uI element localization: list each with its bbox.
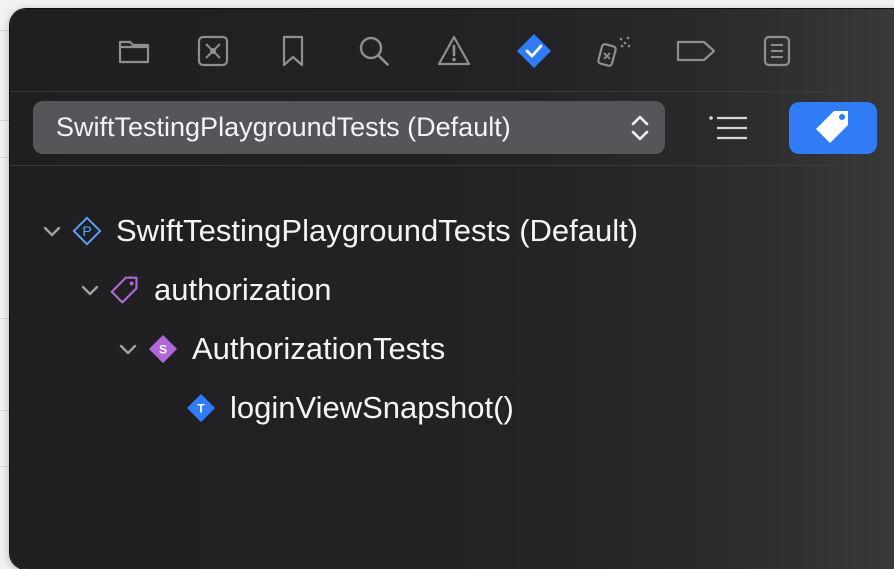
chevron-down-icon[interactable] xyxy=(118,339,138,359)
navigator-panel: SwiftTestingPlaygroundTests (Default) P … xyxy=(10,9,894,569)
tree-label-suite: AuthorizationTests xyxy=(192,331,446,366)
tree-row-test[interactable]: T loginViewSnapshot() xyxy=(186,385,514,431)
tree-label-tag: authorization xyxy=(154,272,332,307)
chevron-down-icon[interactable] xyxy=(42,221,62,241)
navigator-toolbar xyxy=(10,9,894,92)
tree-row-test-plan[interactable]: P SwiftTestingPlaygroundTests (Default) xyxy=(42,208,638,254)
warning-icon[interactable] xyxy=(435,32,473,70)
bookmark-icon[interactable] xyxy=(274,32,312,70)
chevron-down-icon[interactable] xyxy=(80,280,100,300)
tag-view-button[interactable] xyxy=(789,102,877,154)
list-view-button[interactable] xyxy=(706,112,752,144)
suite-icon: S xyxy=(148,334,178,364)
debug-spray-icon[interactable] xyxy=(595,32,633,70)
svg-text:P: P xyxy=(82,223,91,239)
report-list-icon[interactable] xyxy=(758,32,796,70)
scheme-popup-button[interactable]: SwiftTestingPlaygroundTests (Default) xyxy=(33,101,665,154)
svg-text:T: T xyxy=(197,402,205,416)
tag-icon xyxy=(816,111,848,143)
test-plan-icon: P xyxy=(72,216,102,246)
search-icon[interactable] xyxy=(355,32,393,70)
tree-label-test-plan: SwiftTestingPlaygroundTests (Default) xyxy=(116,213,639,248)
test-icon: T xyxy=(186,393,216,423)
tree-label-test: loginViewSnapshot() xyxy=(230,390,514,425)
source-control-icon[interactable] xyxy=(194,32,232,70)
scheme-row: SwiftTestingPlaygroundTests (Default) xyxy=(10,91,894,166)
breakpoint-tag-icon[interactable] xyxy=(674,32,718,70)
list-icon xyxy=(709,116,747,140)
tree-row-tag[interactable]: authorization xyxy=(80,267,332,313)
svg-text:S: S xyxy=(159,343,167,357)
scheme-popup-label: SwiftTestingPlaygroundTests (Default) xyxy=(56,112,511,142)
folder-icon[interactable] xyxy=(115,32,153,70)
tag-icon xyxy=(110,275,140,305)
chevron-up-down-icon xyxy=(629,112,651,144)
tree-row-suite[interactable]: S AuthorizationTests xyxy=(118,326,445,372)
test-diamond-icon[interactable] xyxy=(515,32,553,70)
